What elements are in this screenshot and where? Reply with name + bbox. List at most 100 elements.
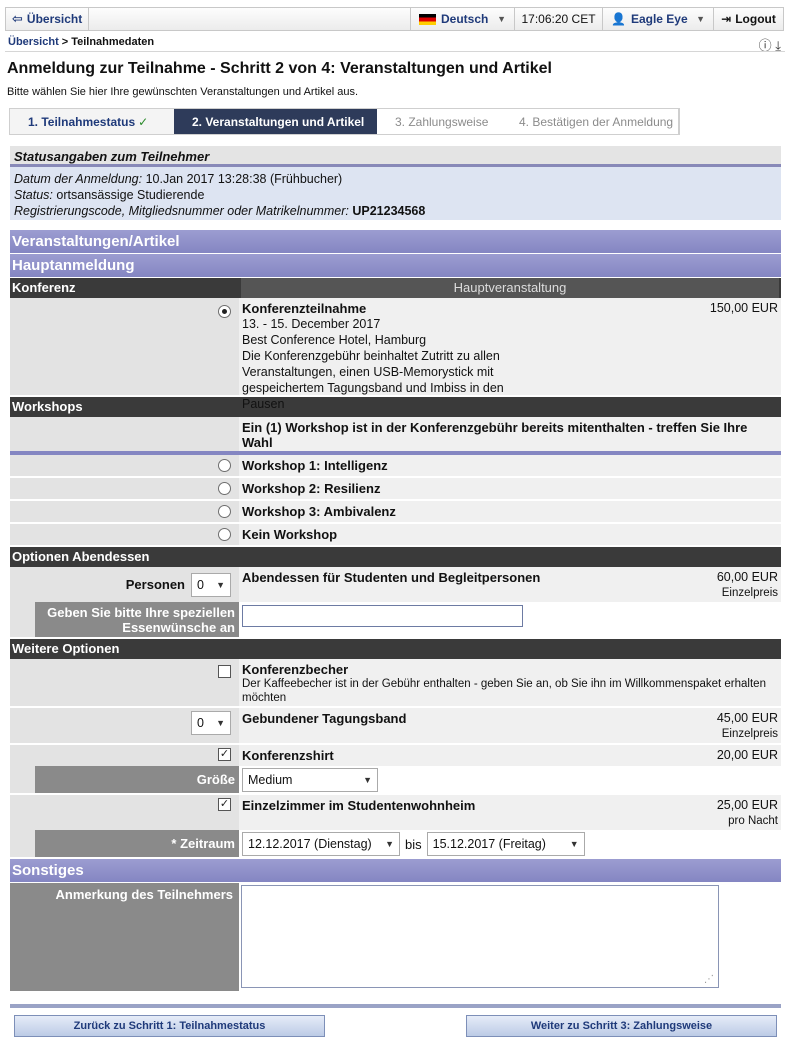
status-code-value: UP21234568: [352, 204, 426, 218]
group-more-label: Weitere Optionen: [12, 641, 120, 656]
book-row: 0 ▼ Gebundener Tagungsband 45,00 EUR Einze…: [10, 708, 781, 745]
step-2-label: 2. Veranstaltungen und Artikel: [192, 114, 365, 129]
dinner-row: Personen 0 ▼ Abendessen für Studenten und…: [10, 567, 781, 602]
mug-checkbox[interactable]: [218, 665, 231, 678]
workshop-notice-row: Ein (1) Workshop ist in der Konferenzgeb…: [10, 417, 781, 455]
step-1[interactable]: 1. Teilnahmestatus ✓: [10, 109, 174, 134]
user-menu[interactable]: 👤 Eagle Eye ▼: [602, 8, 713, 30]
conference-radio[interactable]: [218, 305, 231, 318]
chevron-down-icon: ▼: [497, 14, 506, 24]
chevron-down-icon: ▼: [363, 775, 372, 785]
group-dinner: Optionen Abendessen: [10, 547, 781, 567]
conference-venue: Best Conference Hotel, Hamburg: [242, 333, 427, 347]
workshop-2-radio[interactable]: [218, 482, 231, 495]
mug-title: Konferenzbecher: [242, 662, 349, 677]
dinner-wishes-input[interactable]: [242, 605, 523, 627]
room-detail: Einzelzimmer im Studentenwohnheim 25,00 …: [239, 795, 781, 830]
shirt-size-select[interactable]: Medium ▼: [242, 768, 378, 792]
user-name: Eagle Eye: [630, 12, 688, 26]
status-code-line: Registrierungscode, Mitgliedsnummer oder…: [14, 203, 777, 219]
dinner-wishes-label-wrap: Geben Sie bitte Ihre speziellen Essenwün…: [10, 602, 239, 637]
section-events: Veranstaltungen/Artikel: [10, 230, 781, 254]
section-main-registration: Hauptanmeldung: [10, 254, 781, 278]
workshop-option[interactable]: Workshop 3: Ambivalenz: [10, 501, 781, 524]
workshop-option[interactable]: Kein Workshop: [10, 524, 781, 547]
workshop-option[interactable]: Workshop 2: Resilienz: [10, 478, 781, 501]
no-workshop-radio[interactable]: [218, 528, 231, 541]
period-to-select[interactable]: 15.12.2017 (Freitag) ▼: [426, 832, 585, 856]
home-link[interactable]: ⇦ Übersicht: [6, 8, 88, 30]
user-icon: 👤: [611, 12, 626, 26]
mug-row: Konferenzbecher Der Kaffeebecher ist in …: [10, 659, 781, 708]
chevron-down-icon: ▼: [216, 718, 225, 728]
language-current: Deutsch: [419, 12, 488, 26]
workshop-option[interactable]: Workshop 1: Intelligenz: [10, 455, 781, 478]
dinner-price-unit: Einzelpreis: [721, 587, 778, 599]
step-4: 4. Bestätigen der Anmeldung: [501, 109, 679, 134]
room-checkbox[interactable]: ✓: [218, 798, 231, 811]
workshop-1-cell: Workshop 1: Intelligenz: [239, 455, 781, 476]
period-from-value: 12.12.2017 (Dienstag): [248, 837, 372, 851]
remark-textarea[interactable]: [241, 885, 719, 988]
dinner-persons-select[interactable]: 0 ▼: [191, 572, 231, 597]
back-arrow-icon: ⇦: [12, 11, 23, 26]
shirt-size-row: Größe Medium ▼: [10, 766, 781, 795]
checkmark-icon: ✓: [138, 114, 149, 129]
shirt-price: 20,00 EUR: [716, 748, 778, 762]
status-code-label: Registrierungscode, Mitgliedsnummer oder…: [14, 204, 349, 218]
shirt-row: ✓ Konferenzshirt 20,00 EUR: [10, 745, 781, 766]
period-separator: bis: [405, 836, 422, 852]
user-info: 👤 Eagle Eye: [611, 12, 688, 26]
mug-checkbox-cell: [10, 659, 239, 706]
period-from-select[interactable]: 12.12.2017 (Dienstag) ▼: [242, 832, 400, 856]
breadcrumb-separator: >: [61, 36, 69, 48]
language-selector[interactable]: Deutsch ▼: [410, 8, 514, 30]
step-3-label: 3. Zahlungsweise: [395, 114, 489, 129]
status-body: Datum der Anmeldung: 10.Jan 2017 13:28:3…: [10, 167, 781, 220]
step-4-label: 4. Bestätigen der Anmeldung: [519, 114, 674, 129]
room-period-field-cell: 12.12.2017 (Dienstag) ▼ bis 15.12.2017 (F…: [239, 830, 781, 857]
conference-desc: Konferenzteilnahme 13. - 15. December 20…: [242, 301, 510, 411]
shirt-detail: Konferenzshirt 20,00 EUR: [239, 745, 781, 766]
back-button[interactable]: Zurück zu Schritt 1: Teilnahmestatus: [14, 1015, 325, 1037]
workshop-1-radio[interactable]: [218, 459, 231, 472]
book-qty-cell: 0 ▼: [10, 708, 239, 743]
mug-detail: Konferenzbecher Der Kaffeebecher ist in …: [239, 659, 781, 706]
room-price-block: 25,00 EUR pro Nacht: [658, 798, 778, 828]
book-title: Gebundener Tagungsband: [242, 711, 407, 726]
step-1-label: 1. Teilnahmestatus: [28, 114, 136, 129]
logout-button[interactable]: ⇥ Logout: [713, 8, 783, 30]
german-flag-icon: [419, 14, 436, 26]
status-date-value: 10.Jan 2017 13:28:38 (Frühbucher): [145, 172, 343, 186]
book-price-unit: Einzelpreis: [721, 728, 778, 740]
form-footer-bar: [10, 1004, 781, 1008]
book-price: 45,00 EUR: [716, 711, 778, 725]
workshop-notice: Ein (1) Workshop ist in der Konferenzgeb…: [242, 420, 748, 450]
status-date-line: Datum der Anmeldung: 10.Jan 2017 13:28:3…: [14, 171, 777, 187]
top-bar: ⇦ Übersicht Deutsch ▼ 17:06:20 CET 👤 Eagl…: [5, 7, 784, 31]
workshop-3-radio[interactable]: [218, 505, 231, 518]
room-period-row: * Zeitraum 12.12.2017 (Dienstag) ▼ bis 15…: [10, 830, 781, 857]
dinner-persons-label: Personen: [125, 577, 185, 592]
status-date-label: Datum der Anmeldung:: [14, 172, 143, 186]
book-qty-select[interactable]: 0 ▼: [191, 711, 231, 735]
conference-radio-cell: [10, 298, 239, 395]
workshop-1-radio-cell: [10, 455, 239, 476]
dinner-persons-value: 0: [197, 577, 204, 592]
shirt-checkbox[interactable]: ✓: [218, 748, 231, 761]
mug-description: Der Kaffeebecher ist in der Gebühr entha…: [242, 678, 766, 704]
page-title: Anmeldung zur Teilnahme - Schritt 2 von …: [7, 60, 552, 77]
period-to-value: 15.12.2017 (Freitag): [432, 837, 546, 851]
group-workshops-label: Workshops: [12, 399, 83, 414]
shirt-size-value: Medium: [248, 773, 293, 787]
breadcrumb-current: Teilnahmedaten: [71, 36, 155, 48]
group-dinner-label: Optionen Abendessen: [12, 549, 150, 564]
breadcrumb-root[interactable]: Übersicht: [8, 36, 59, 48]
logout-icon: ⇥: [721, 12, 732, 26]
next-button[interactable]: Weiter zu Schritt 3: Zahlungsweise: [466, 1015, 777, 1037]
server-time: 17:06:20 CET: [514, 8, 602, 30]
room-period-label-wrap: * Zeitraum: [10, 830, 239, 857]
dinner-title: Abendessen für Studenten und Begleitpers…: [242, 570, 541, 585]
participant-status: Statusangaben zum Teilnehmer Datum der A…: [10, 146, 781, 220]
book-detail: Gebundener Tagungsband 45,00 EUR Einzelpr…: [239, 708, 781, 743]
